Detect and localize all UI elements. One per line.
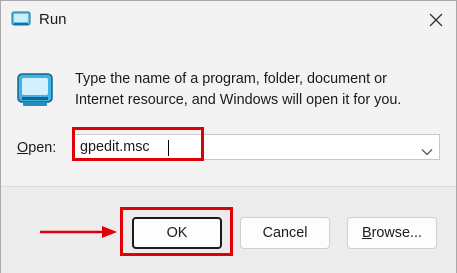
highlight-box-input <box>72 127 204 161</box>
window-title: Run <box>39 11 67 28</box>
run-program-icon <box>17 73 53 107</box>
open-label-rest: pen: <box>28 140 57 156</box>
title-bar: Run <box>1 1 456 41</box>
red-arrow-icon <box>40 225 118 244</box>
dialog-description: Type the name of a program, folder, docu… <box>75 71 402 108</box>
highlight-box-ok <box>120 207 233 256</box>
open-label-mnemonic: O <box>17 140 29 156</box>
cancel-button[interactable]: Cancel <box>240 217 330 249</box>
close-icon <box>429 13 443 27</box>
open-label: Open: <box>17 139 56 157</box>
chevron-down-icon[interactable] <box>421 143 433 161</box>
close-button[interactable] <box>422 7 450 33</box>
run-icon <box>11 11 31 27</box>
browse-label-rest: rowse... <box>371 225 422 241</box>
browse-mnemonic: B <box>362 225 372 241</box>
browse-button[interactable]: Browse... <box>347 217 437 249</box>
